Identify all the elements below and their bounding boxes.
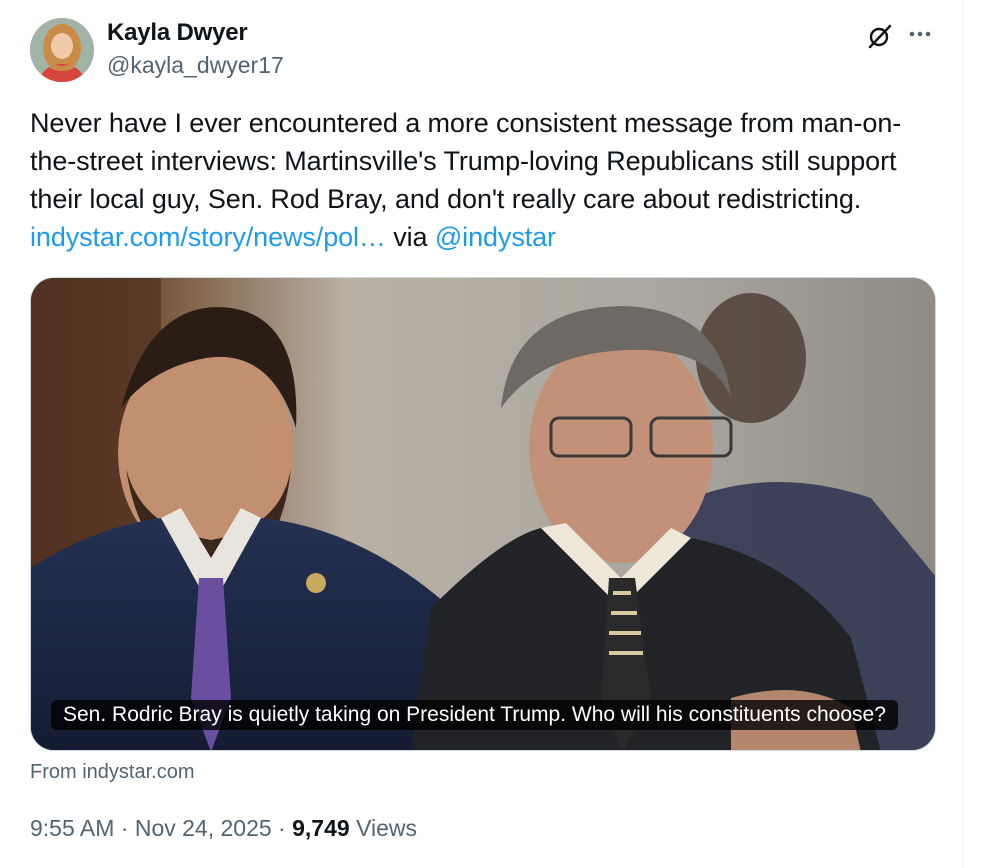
article-link[interactable]: indystar.com/story/news/pol… bbox=[30, 222, 386, 252]
card-source[interactable]: From indystar.com bbox=[30, 759, 194, 785]
more-icon[interactable] bbox=[906, 22, 934, 50]
author-handle[interactable]: @kayla_dwyer17 bbox=[107, 51, 284, 79]
meta-separator: · bbox=[271, 815, 293, 841]
views-label: Views bbox=[349, 815, 418, 841]
timeline-border bbox=[962, 0, 963, 868]
views-count: 9,749 bbox=[292, 815, 350, 841]
link-card[interactable]: Sen. Rodric Bray is quietly taking on Pr… bbox=[30, 277, 936, 751]
avatar-photo bbox=[30, 18, 94, 82]
tweet-body: Never have I ever encountered a more con… bbox=[30, 108, 902, 214]
card-caption: Sen. Rodric Bray is quietly taking on Pr… bbox=[51, 700, 898, 730]
meta-separator: · bbox=[114, 815, 135, 841]
tweet-text: Never have I ever encountered a more con… bbox=[30, 104, 930, 256]
avatar[interactable] bbox=[30, 18, 94, 82]
tweet-date[interactable]: Nov 24, 2025 bbox=[135, 815, 272, 841]
via-text: via bbox=[385, 222, 435, 252]
tweet-meta: 9:55 AM · Nov 24, 2025 · 9,749 Views bbox=[30, 813, 417, 843]
tweet-time[interactable]: 9:55 AM bbox=[30, 815, 114, 841]
author-name[interactable]: Kayla Dwyer bbox=[107, 18, 248, 48]
grok-icon[interactable] bbox=[866, 22, 894, 50]
mention-link[interactable]: @indystar bbox=[435, 222, 556, 252]
card-photo bbox=[31, 278, 935, 750]
